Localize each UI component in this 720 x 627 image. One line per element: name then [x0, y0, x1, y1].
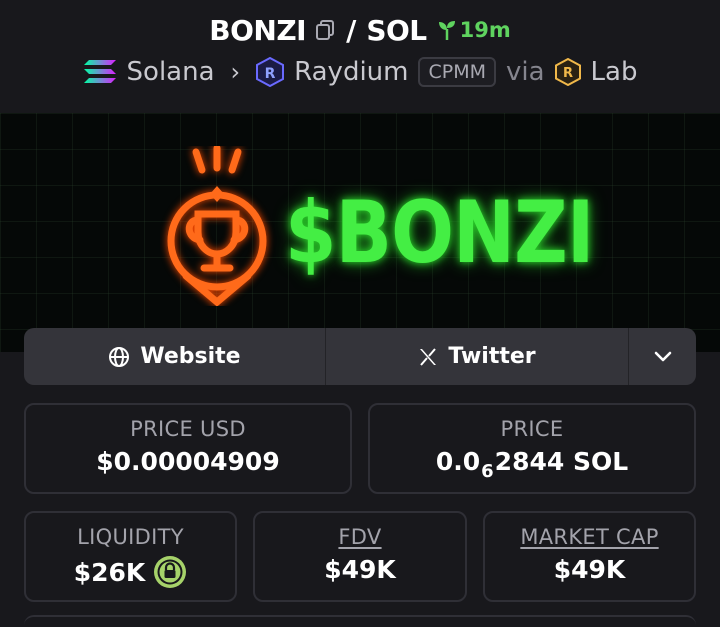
x-logo-icon	[420, 347, 437, 366]
svg-text:R: R	[563, 66, 573, 81]
pair-title: BONZI / SOL 19m	[0, 12, 720, 48]
launchpad-link[interactable]: Lab	[591, 57, 638, 87]
liquidity-value-row: $26K	[26, 555, 235, 589]
price-usd-value: $0.00004909	[96, 447, 280, 476]
chevron-right-icon: ›	[230, 58, 241, 86]
chain-link[interactable]: Solana	[127, 57, 215, 87]
raydium-icon: R	[256, 57, 285, 87]
base-token-symbol: BONZI	[209, 13, 307, 47]
more-links-button[interactable]	[629, 328, 696, 385]
price-sol-suffix: 2844 SOL	[494, 447, 629, 476]
chevron-down-icon	[654, 351, 671, 361]
price-sol-card: PRICE 0.0 6 2844 SOL	[368, 403, 696, 494]
pair-age-value: 19m	[459, 18, 511, 42]
liquidity-card: LIQUIDITY $26K	[24, 511, 237, 602]
price-sol-label: PRICE	[500, 417, 564, 441]
liquidity-value: $26K	[73, 557, 146, 587]
chain-dex-row: Solana › R Raydium CPMM via R Lab	[0, 54, 720, 90]
banner-ticker-text: $BONZI	[285, 183, 594, 283]
price-sol-prefix: 0.0	[435, 447, 481, 476]
pool-type-badge: CPMM	[418, 57, 496, 87]
price-sol-zero-count: 6	[481, 461, 494, 482]
raydium-launchlab-icon: R	[554, 58, 581, 86]
seedling-icon	[438, 21, 455, 40]
market-cap-value: $49K	[553, 555, 626, 584]
trophy-emblem-icon	[167, 146, 267, 306]
svg-text:R: R	[265, 66, 276, 82]
website-label: Website	[140, 344, 241, 369]
fdv-card: FDV $49K	[253, 511, 467, 602]
price-usd-card: PRICE USD $0.00004909	[24, 403, 352, 494]
quote-token-symbol: SOL	[366, 13, 427, 47]
via-label: via	[506, 57, 545, 87]
token-banner: $BONZI	[0, 113, 720, 352]
market-cap-label[interactable]: MARKET CAP	[485, 525, 694, 549]
price-usd-label: PRICE USD	[130, 417, 246, 441]
next-row-edge	[24, 615, 696, 627]
fdv-label[interactable]: FDV	[255, 525, 465, 549]
pair-age: 19m	[437, 18, 511, 42]
globe-icon	[109, 346, 130, 367]
website-button[interactable]: Website	[24, 328, 326, 385]
solana-icon	[83, 60, 116, 83]
liquidity-label: LIQUIDITY	[77, 525, 184, 549]
social-links-bar: Website Twitter	[24, 328, 696, 385]
copy-icon[interactable]	[314, 19, 336, 41]
price-sol-value: 0.0 6 2844 SOL	[370, 447, 694, 482]
market-cap-card: MARKET CAP $49K	[483, 511, 696, 602]
twitter-label: Twitter	[448, 344, 536, 369]
fdv-value: $49K	[324, 555, 396, 584]
twitter-button[interactable]: Twitter	[326, 328, 629, 385]
lock-icon[interactable]	[153, 555, 187, 589]
dex-link[interactable]: Raydium	[294, 57, 408, 87]
pair-separator: /	[346, 13, 357, 47]
